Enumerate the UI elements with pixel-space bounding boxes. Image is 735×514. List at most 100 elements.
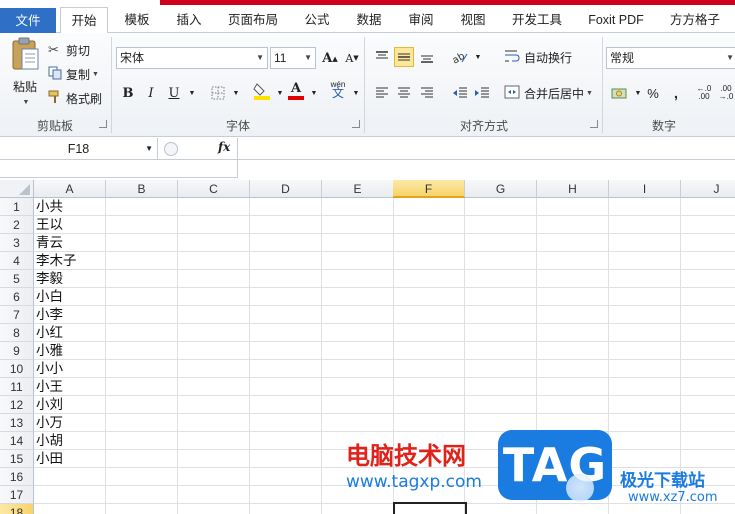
font-name-combo[interactable]: 宋体 ▼: [116, 47, 268, 69]
cell-a10[interactable]: 小小: [36, 360, 63, 378]
align-right-icon[interactable]: [417, 83, 437, 103]
tab-developer[interactable]: 开发工具: [502, 7, 572, 33]
row-header-10[interactable]: 10: [0, 360, 34, 378]
underline-button[interactable]: U: [164, 83, 184, 103]
column-header-a[interactable]: A: [34, 180, 106, 198]
column-header-g[interactable]: G: [465, 180, 537, 198]
tab-page-layout[interactable]: 页面布局: [218, 7, 288, 33]
tab-formulas[interactable]: 公式: [294, 7, 340, 33]
column-header-j[interactable]: J: [681, 180, 735, 198]
cell-a8[interactable]: 小红: [36, 324, 63, 342]
row-header-3[interactable]: 3: [0, 234, 34, 252]
row-header-7[interactable]: 7: [0, 306, 34, 324]
cell-a11[interactable]: 小王: [36, 378, 63, 396]
font-size-combo[interactable]: 11 ▼: [270, 47, 316, 69]
row-header-18[interactable]: 18: [0, 504, 34, 514]
row-header-9[interactable]: 9: [0, 342, 34, 360]
chevron-down-icon[interactable]: ▼: [145, 138, 153, 160]
row-header-2[interactable]: 2: [0, 216, 34, 234]
borders-icon[interactable]: [208, 83, 228, 103]
font-color-dropdown-icon[interactable]: ▼: [304, 83, 324, 103]
phonetic-dropdown-icon[interactable]: ▼: [346, 83, 366, 103]
font-color-icon[interactable]: A: [286, 81, 306, 101]
tab-templates[interactable]: 模板: [114, 7, 160, 33]
wrap-text-button[interactable]: 自动换行: [504, 47, 572, 67]
increase-indent-icon[interactable]: [472, 83, 492, 103]
tab-home[interactable]: 开始: [60, 7, 108, 34]
font-dialog-launcher-icon[interactable]: [352, 120, 360, 128]
align-top-icon[interactable]: [372, 47, 392, 67]
text-orientation-icon[interactable]: ab: [450, 47, 470, 67]
row-header-11[interactable]: 11: [0, 378, 34, 396]
row-header-12[interactable]: 12: [0, 396, 34, 414]
copy-button[interactable]: 复制 ▼: [48, 65, 99, 83]
row-header-13[interactable]: 13: [0, 414, 34, 432]
italic-button[interactable]: I: [141, 83, 161, 103]
row-header-1[interactable]: 1: [0, 198, 34, 216]
row-header-5[interactable]: 5: [0, 270, 34, 288]
active-cell-outline[interactable]: [393, 502, 467, 514]
row-header-6[interactable]: 6: [0, 288, 34, 306]
decrease-indent-icon[interactable]: [450, 83, 470, 103]
cell-a13[interactable]: 小万: [36, 414, 63, 432]
cell-a7[interactable]: 小李: [36, 306, 63, 324]
percent-style-button[interactable]: %: [643, 83, 663, 103]
row-header-14[interactable]: 14: [0, 432, 34, 450]
paste-dropdown-icon[interactable]: ▼: [23, 99, 30, 106]
cell-a5[interactable]: 李毅: [36, 270, 63, 288]
fill-color-icon[interactable]: [252, 81, 272, 101]
column-header-c[interactable]: C: [178, 180, 250, 198]
cell-a9[interactable]: 小雅: [36, 342, 63, 360]
row-header-15[interactable]: 15: [0, 450, 34, 468]
grow-font-icon[interactable]: A ▲: [320, 48, 340, 68]
cell-a1[interactable]: 小共: [36, 198, 63, 216]
align-middle-icon[interactable]: [394, 47, 414, 67]
tab-fangfang-gezi[interactable]: 方方格子: [660, 7, 730, 33]
cell-a2[interactable]: 王以: [36, 216, 63, 234]
decrease-decimal-icon[interactable]: .00 →.0: [716, 83, 735, 103]
tab-review[interactable]: 审阅: [398, 7, 444, 33]
name-box[interactable]: F18 ▼: [0, 138, 158, 160]
tab-file[interactable]: 文件: [0, 8, 56, 33]
cell-a3[interactable]: 青云: [36, 234, 63, 252]
column-header-d[interactable]: D: [250, 180, 322, 198]
row-header-16[interactable]: 16: [0, 468, 34, 486]
cell-a4[interactable]: 李木子: [36, 252, 77, 270]
row-header-8[interactable]: 8: [0, 324, 34, 342]
tab-insert[interactable]: 插入: [166, 7, 212, 33]
format-painter-button[interactable]: 格式刷: [48, 89, 102, 107]
underline-dropdown-icon[interactable]: ▼: [182, 83, 202, 103]
cell-a14[interactable]: 小胡: [36, 432, 63, 450]
comma-style-button[interactable]: ,: [666, 83, 686, 103]
column-header-e[interactable]: E: [322, 180, 394, 198]
copy-dropdown-icon[interactable]: ▼: [92, 71, 99, 78]
tab-data[interactable]: 数据: [346, 7, 392, 33]
cell-a12[interactable]: 小刘: [36, 396, 63, 414]
accounting-format-icon[interactable]: [610, 83, 630, 103]
row-header-17[interactable]: 17: [0, 486, 34, 504]
select-all-corner[interactable]: [0, 180, 34, 198]
insert-function-icon[interactable]: fx: [218, 140, 230, 154]
align-left-icon[interactable]: [372, 83, 392, 103]
cell-a15[interactable]: 小田: [36, 450, 63, 468]
align-bottom-icon[interactable]: [417, 47, 437, 67]
borders-dropdown-icon[interactable]: ▼: [226, 83, 246, 103]
align-center-icon[interactable]: [394, 83, 414, 103]
alignment-dialog-launcher-icon[interactable]: [590, 120, 598, 128]
text-orientation-dropdown-icon[interactable]: ▼: [468, 47, 488, 67]
column-header-h[interactable]: H: [537, 180, 609, 198]
cell-a6[interactable]: 小白: [36, 288, 63, 306]
formula-input[interactable]: [238, 138, 735, 160]
paste-button[interactable]: 粘贴 ▼: [8, 37, 42, 115]
cancel-entry-icon[interactable]: [164, 142, 178, 156]
shrink-font-icon[interactable]: A ▼: [342, 48, 362, 68]
column-header-b[interactable]: B: [106, 180, 178, 198]
tab-view[interactable]: 视图: [450, 7, 496, 33]
column-header-f[interactable]: F: [393, 180, 465, 198]
bold-button[interactable]: B: [118, 83, 138, 103]
merge-dropdown-icon[interactable]: ▼: [586, 90, 593, 97]
cut-button[interactable]: ✂ 剪切: [48, 41, 90, 59]
number-format-combo[interactable]: 常规 ▼: [606, 47, 735, 69]
row-header-4[interactable]: 4: [0, 252, 34, 270]
tab-foxit-pdf[interactable]: Foxit PDF: [580, 7, 652, 33]
